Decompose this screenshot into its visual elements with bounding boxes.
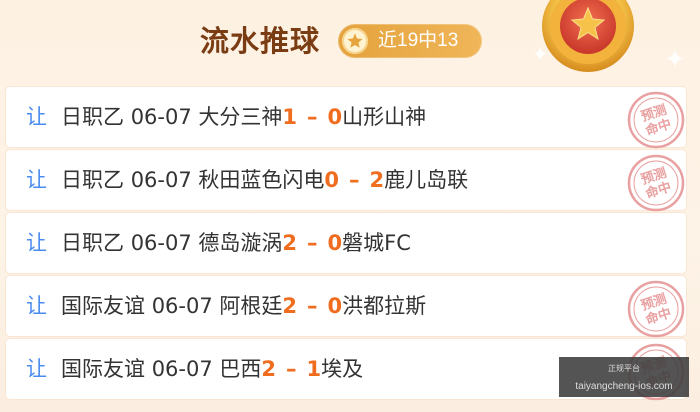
score-dash: – <box>286 357 297 381</box>
league-name: 国际友谊 <box>61 357 145 381</box>
result-list: 让日职乙 06-07 大分三神1–0山形山神 预测 命中让日职乙 06-07 秋田蓝… <box>6 87 686 402</box>
home-score: 1 <box>282 105 298 129</box>
league-name: 日职乙 <box>61 105 124 129</box>
away-score: 0 <box>327 105 343 129</box>
away-team: 埃及 <box>321 357 364 381</box>
watermark-url: taiyangcheng-ios.com <box>575 381 673 392</box>
badge-label: 近19中13 <box>378 30 459 51</box>
away-score: 1 <box>306 357 322 381</box>
home-team: 阿根廷 <box>219 294 283 318</box>
away-score: 2 <box>369 168 385 192</box>
away-team: 洪都拉斯 <box>342 294 427 318</box>
star-icon <box>342 28 368 54</box>
page-title: 流水推球 <box>200 24 321 58</box>
handicap-tag: 让 <box>26 168 47 192</box>
score-dash: – <box>307 231 318 255</box>
match-date: 06-07 <box>151 294 213 318</box>
home-score: 2 <box>261 357 277 381</box>
home-score: 2 <box>282 294 298 318</box>
match-date: 06-07 <box>130 105 192 129</box>
record-badge: 近19中13 <box>338 24 482 58</box>
watermark: 正规平台 taiyangcheng-ios.com <box>559 357 689 397</box>
sparkle-icon: ✦ <box>532 42 549 66</box>
away-team: 鹿儿岛联 <box>384 168 469 192</box>
away-score: 0 <box>327 294 343 318</box>
away-team: 山形山神 <box>342 105 427 129</box>
away-score: 0 <box>327 231 343 255</box>
list-item[interactable]: 让日职乙 06-07 德岛漩涡2–0磐城FC <box>6 213 686 273</box>
hit-stamp-icon: 预测命中 <box>627 154 685 212</box>
match-text: 让日职乙 06-07 德岛漩涡2–0磐城FC <box>26 227 411 259</box>
away-team: 磐城FC <box>342 231 411 255</box>
league-name: 日职乙 <box>61 168 124 192</box>
score-dash: – <box>349 168 360 192</box>
list-item[interactable]: 让日职乙 06-07 秋田蓝色闪电0–2鹿儿岛联 预测 命中 <box>6 150 686 212</box>
home-team: 秋田蓝色闪电 <box>198 168 325 192</box>
hit-stamp-icon: 预测命中 <box>627 91 685 149</box>
match-text: 让国际友谊 06-07 阿根廷2–0洪都拉斯 <box>26 290 426 322</box>
list-item[interactable]: 让国际友谊 06-07 阿根廷2–0洪都拉斯 预测 命中 <box>6 276 686 338</box>
match-date: 06-07 <box>130 231 192 255</box>
header: 流水推球 近19中13 ✦ ✦ <box>0 0 700 84</box>
score-dash: – <box>307 294 318 318</box>
score-dash: – <box>307 105 318 129</box>
match-text: 让日职乙 06-07 秋田蓝色闪电0–2鹿儿岛联 <box>26 164 468 196</box>
handicap-tag: 让 <box>26 357 47 381</box>
league-name: 国际友谊 <box>61 294 145 318</box>
home-team: 大分三神 <box>198 105 283 129</box>
handicap-tag: 让 <box>26 105 47 129</box>
handicap-tag: 让 <box>26 294 47 318</box>
home-team: 巴西 <box>219 357 262 381</box>
home-team: 德岛漩涡 <box>198 231 283 255</box>
handicap-tag: 让 <box>26 231 47 255</box>
home-score: 0 <box>324 168 340 192</box>
league-name: 日职乙 <box>61 231 124 255</box>
home-score: 2 <box>282 231 298 255</box>
watermark-top: 正规平台 <box>608 364 640 373</box>
list-item[interactable]: 让日职乙 06-07 大分三神1–0山形山神 预测 命中 <box>6 87 686 149</box>
match-text: 让日职乙 06-07 大分三神1–0山形山神 <box>26 101 426 133</box>
match-date: 06-07 <box>130 168 192 192</box>
match-date: 06-07 <box>151 357 213 381</box>
sparkle-icon: ✦ <box>664 45 686 75</box>
match-text: 让国际友谊 06-07 巴西2–1埃及 <box>26 353 363 385</box>
hit-stamp-icon: 预测命中 <box>627 280 685 338</box>
